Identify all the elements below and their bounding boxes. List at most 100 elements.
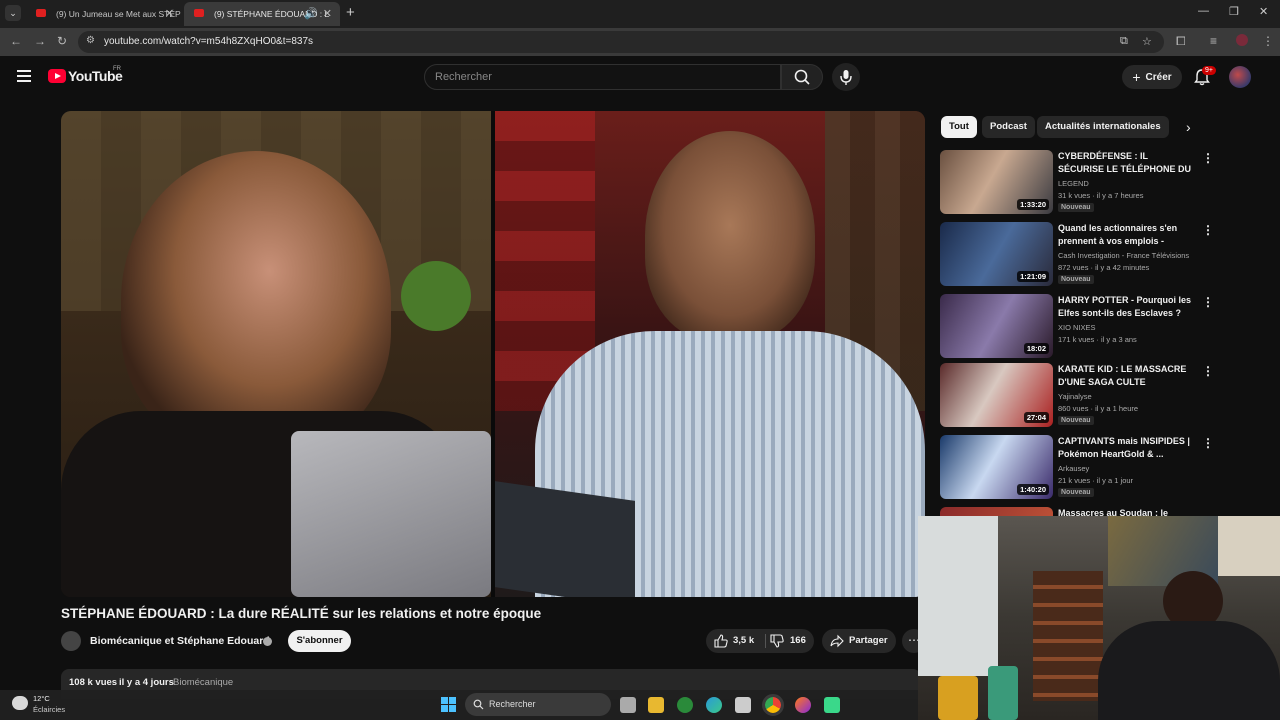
profile-icon[interactable] bbox=[1236, 34, 1248, 46]
video-frame-right bbox=[495, 111, 925, 597]
more-options-icon[interactable]: ⋮ bbox=[1202, 223, 1214, 237]
close-tab-icon[interactable]: ✕ bbox=[165, 7, 174, 20]
recommendation-item[interactable]: 27:04 KARATE KID : LE MASSACRE D'UNE SAG… bbox=[940, 363, 1220, 429]
youtube-header: YouTube FR Rechercher + Créer 9+ bbox=[0, 56, 1280, 100]
recommendation-item[interactable]: 1:33:20 CYBERDÉFENSE : IL SÉCURISE LE TÉ… bbox=[940, 150, 1220, 216]
host-figure bbox=[121, 151, 391, 451]
recommendation-title[interactable]: Quand les actionnaires s'en prennent à v… bbox=[1058, 222, 1196, 248]
search-input[interactable]: Rechercher bbox=[424, 64, 781, 90]
recommendation-channel[interactable]: Arkausey bbox=[1058, 464, 1089, 473]
recommendation-channel[interactable]: XIO NIXES bbox=[1058, 323, 1096, 332]
like-count[interactable]: 3,5 k bbox=[733, 635, 754, 646]
store-icon[interactable] bbox=[735, 697, 751, 713]
youtube-favicon-icon bbox=[194, 9, 204, 17]
video-thumbnail[interactable]: 27:04 bbox=[940, 363, 1053, 427]
description-tag[interactable]: Biomécanique bbox=[173, 677, 233, 688]
recommendation-title[interactable]: HARRY POTTER - Pourquoi les Elfes sont-i… bbox=[1058, 294, 1196, 320]
windows-start-icon[interactable] bbox=[441, 697, 456, 712]
channel-name[interactable]: Biomécanique et Stéphane Edouard bbox=[90, 635, 270, 647]
chip-world-news[interactable]: Actualités internationales bbox=[1037, 116, 1169, 138]
bookmark-star-icon[interactable]: ☆ bbox=[1142, 35, 1152, 48]
close-window-button[interactable]: ✕ bbox=[1259, 5, 1268, 18]
weather-cloud-icon[interactable] bbox=[12, 696, 28, 710]
recommendation-channel[interactable]: Yajinalyse bbox=[1058, 392, 1092, 401]
weather-temperature[interactable]: 12°C bbox=[33, 694, 50, 703]
recommendation-item[interactable]: 1:40:20 CAPTIVANTS mais INSIPIDES | Poké… bbox=[940, 435, 1220, 501]
more-options-icon[interactable]: ⋮ bbox=[1202, 151, 1214, 165]
laptop bbox=[291, 431, 491, 597]
recommendation-channel[interactable]: Cash Investigation - France Télévisions bbox=[1058, 251, 1189, 260]
video-thumbnail[interactable]: 1:40:20 bbox=[940, 435, 1053, 499]
channel-avatar[interactable] bbox=[61, 631, 81, 651]
more-options-icon[interactable]: ⋮ bbox=[1202, 364, 1214, 378]
cast-icon[interactable]: ⧉ bbox=[1120, 35, 1128, 48]
nvidia-icon[interactable] bbox=[677, 697, 693, 713]
recommendation-title[interactable]: KARATE KID : LE MASSACRE D'UNE SAGA CULT… bbox=[1058, 363, 1196, 389]
video-thumbnail[interactable]: 1:21:09 bbox=[940, 222, 1053, 286]
restore-button[interactable]: ❐ bbox=[1229, 5, 1239, 18]
task-view-icon[interactable] bbox=[620, 697, 636, 713]
more-options-icon[interactable]: ⋮ bbox=[1202, 436, 1214, 450]
edge-icon[interactable] bbox=[706, 697, 722, 713]
recommendation-meta: 21 k vues · il y a 1 jour bbox=[1058, 476, 1134, 485]
search-button[interactable] bbox=[781, 64, 823, 90]
create-button[interactable]: + Créer bbox=[1122, 65, 1182, 89]
thumbs-down-icon[interactable] bbox=[770, 634, 784, 648]
weather-description[interactable]: Éclaircies bbox=[33, 705, 65, 714]
hamburger-menu-icon[interactable] bbox=[17, 70, 31, 82]
chevron-right-icon[interactable]: › bbox=[1186, 119, 1191, 135]
thumbs-up-icon[interactable] bbox=[714, 634, 728, 648]
taskbar-search-label: Rechercher bbox=[489, 699, 536, 709]
new-badge: Nouveau bbox=[1058, 275, 1094, 284]
url-text[interactable]: youtube.com/watch?v=m54h8ZXqHO0&t=837s bbox=[104, 36, 313, 47]
taskbar-search[interactable]: Rechercher bbox=[465, 693, 611, 716]
video-thumbnail[interactable]: 18:02 bbox=[940, 294, 1053, 358]
video-duration: 18:02 bbox=[1023, 343, 1049, 354]
forward-icon[interactable]: → bbox=[34, 34, 46, 48]
wall-panel bbox=[1218, 516, 1280, 576]
site-info-icon[interactable]: ⚙ bbox=[86, 35, 95, 46]
chrome-icon[interactable] bbox=[762, 694, 784, 716]
recommendation-item[interactable]: 18:02 HARRY POTTER - Pourquoi les Elfes … bbox=[940, 294, 1220, 360]
country-code: FR bbox=[113, 66, 121, 72]
account-avatar[interactable] bbox=[1229, 66, 1251, 88]
reload-icon[interactable]: ↻ bbox=[57, 34, 67, 48]
recommendation-item[interactable]: 1:21:09 Quand les actionnaires s'en pren… bbox=[940, 222, 1220, 288]
video-duration: 1:21:09 bbox=[1017, 271, 1049, 282]
voice-search-button[interactable] bbox=[832, 63, 860, 91]
app-icon[interactable] bbox=[824, 697, 840, 713]
browser-tab[interactable]: (9) Un Jumeau se Met aux STÉP ✕ bbox=[26, 2, 182, 26]
new-tab-button[interactable]: + bbox=[346, 4, 355, 21]
speaker-icon[interactable]: 🔊 bbox=[304, 7, 318, 20]
recommendation-title[interactable]: CAPTIVANTS mais INSIPIDES | Pokémon Hear… bbox=[1058, 435, 1196, 461]
recommendation-channel[interactable]: LEGEND bbox=[1058, 179, 1089, 188]
video-player[interactable] bbox=[61, 111, 925, 597]
video-frame-left bbox=[61, 111, 491, 597]
video-thumbnail[interactable]: 1:33:20 bbox=[940, 150, 1053, 214]
dislike-count[interactable]: 166 bbox=[790, 635, 806, 646]
browser-menu-icon[interactable]: ⋮ bbox=[1262, 34, 1274, 48]
more-options-icon[interactable]: ⋮ bbox=[1202, 295, 1214, 309]
close-tab-icon[interactable]: ✕ bbox=[323, 7, 332, 20]
chip-all[interactable]: Tout bbox=[941, 116, 977, 138]
browser-tab-active[interactable]: (9) STÉPHANE ÉDOUARD : L 🔊 ✕ bbox=[184, 2, 340, 26]
subscribe-button[interactable]: S'abonner bbox=[288, 630, 351, 652]
tab-search-button[interactable]: ⌄ bbox=[5, 5, 21, 21]
address-bar[interactable]: ⚙ youtube.com/watch?v=m54h8ZXqHO0&t=837s… bbox=[78, 31, 1164, 53]
share-button[interactable]: Partager bbox=[822, 629, 896, 653]
firefox-icon[interactable] bbox=[795, 697, 811, 713]
chip-podcast[interactable]: Podcast bbox=[982, 116, 1035, 138]
webcam-overlay bbox=[918, 516, 1280, 720]
back-icon[interactable]: ← bbox=[10, 34, 22, 48]
reading-list-icon[interactable]: ≡ bbox=[1210, 34, 1217, 48]
minimize-button[interactable]: — bbox=[1198, 5, 1209, 17]
file-explorer-icon[interactable] bbox=[648, 697, 664, 713]
extensions-icon[interactable]: ⧠ bbox=[1176, 34, 1186, 49]
new-badge: Nouveau bbox=[1058, 488, 1094, 497]
desk-bottle bbox=[988, 666, 1018, 720]
streamer-body bbox=[1098, 621, 1280, 720]
video-duration: 1:40:20 bbox=[1017, 484, 1049, 495]
youtube-logo-icon[interactable] bbox=[48, 69, 66, 83]
recommendation-title[interactable]: CYBERDÉFENSE : IL SÉCURISE LE TÉLÉPHONE … bbox=[1058, 150, 1196, 176]
view-count: 108 k vues bbox=[69, 677, 118, 688]
